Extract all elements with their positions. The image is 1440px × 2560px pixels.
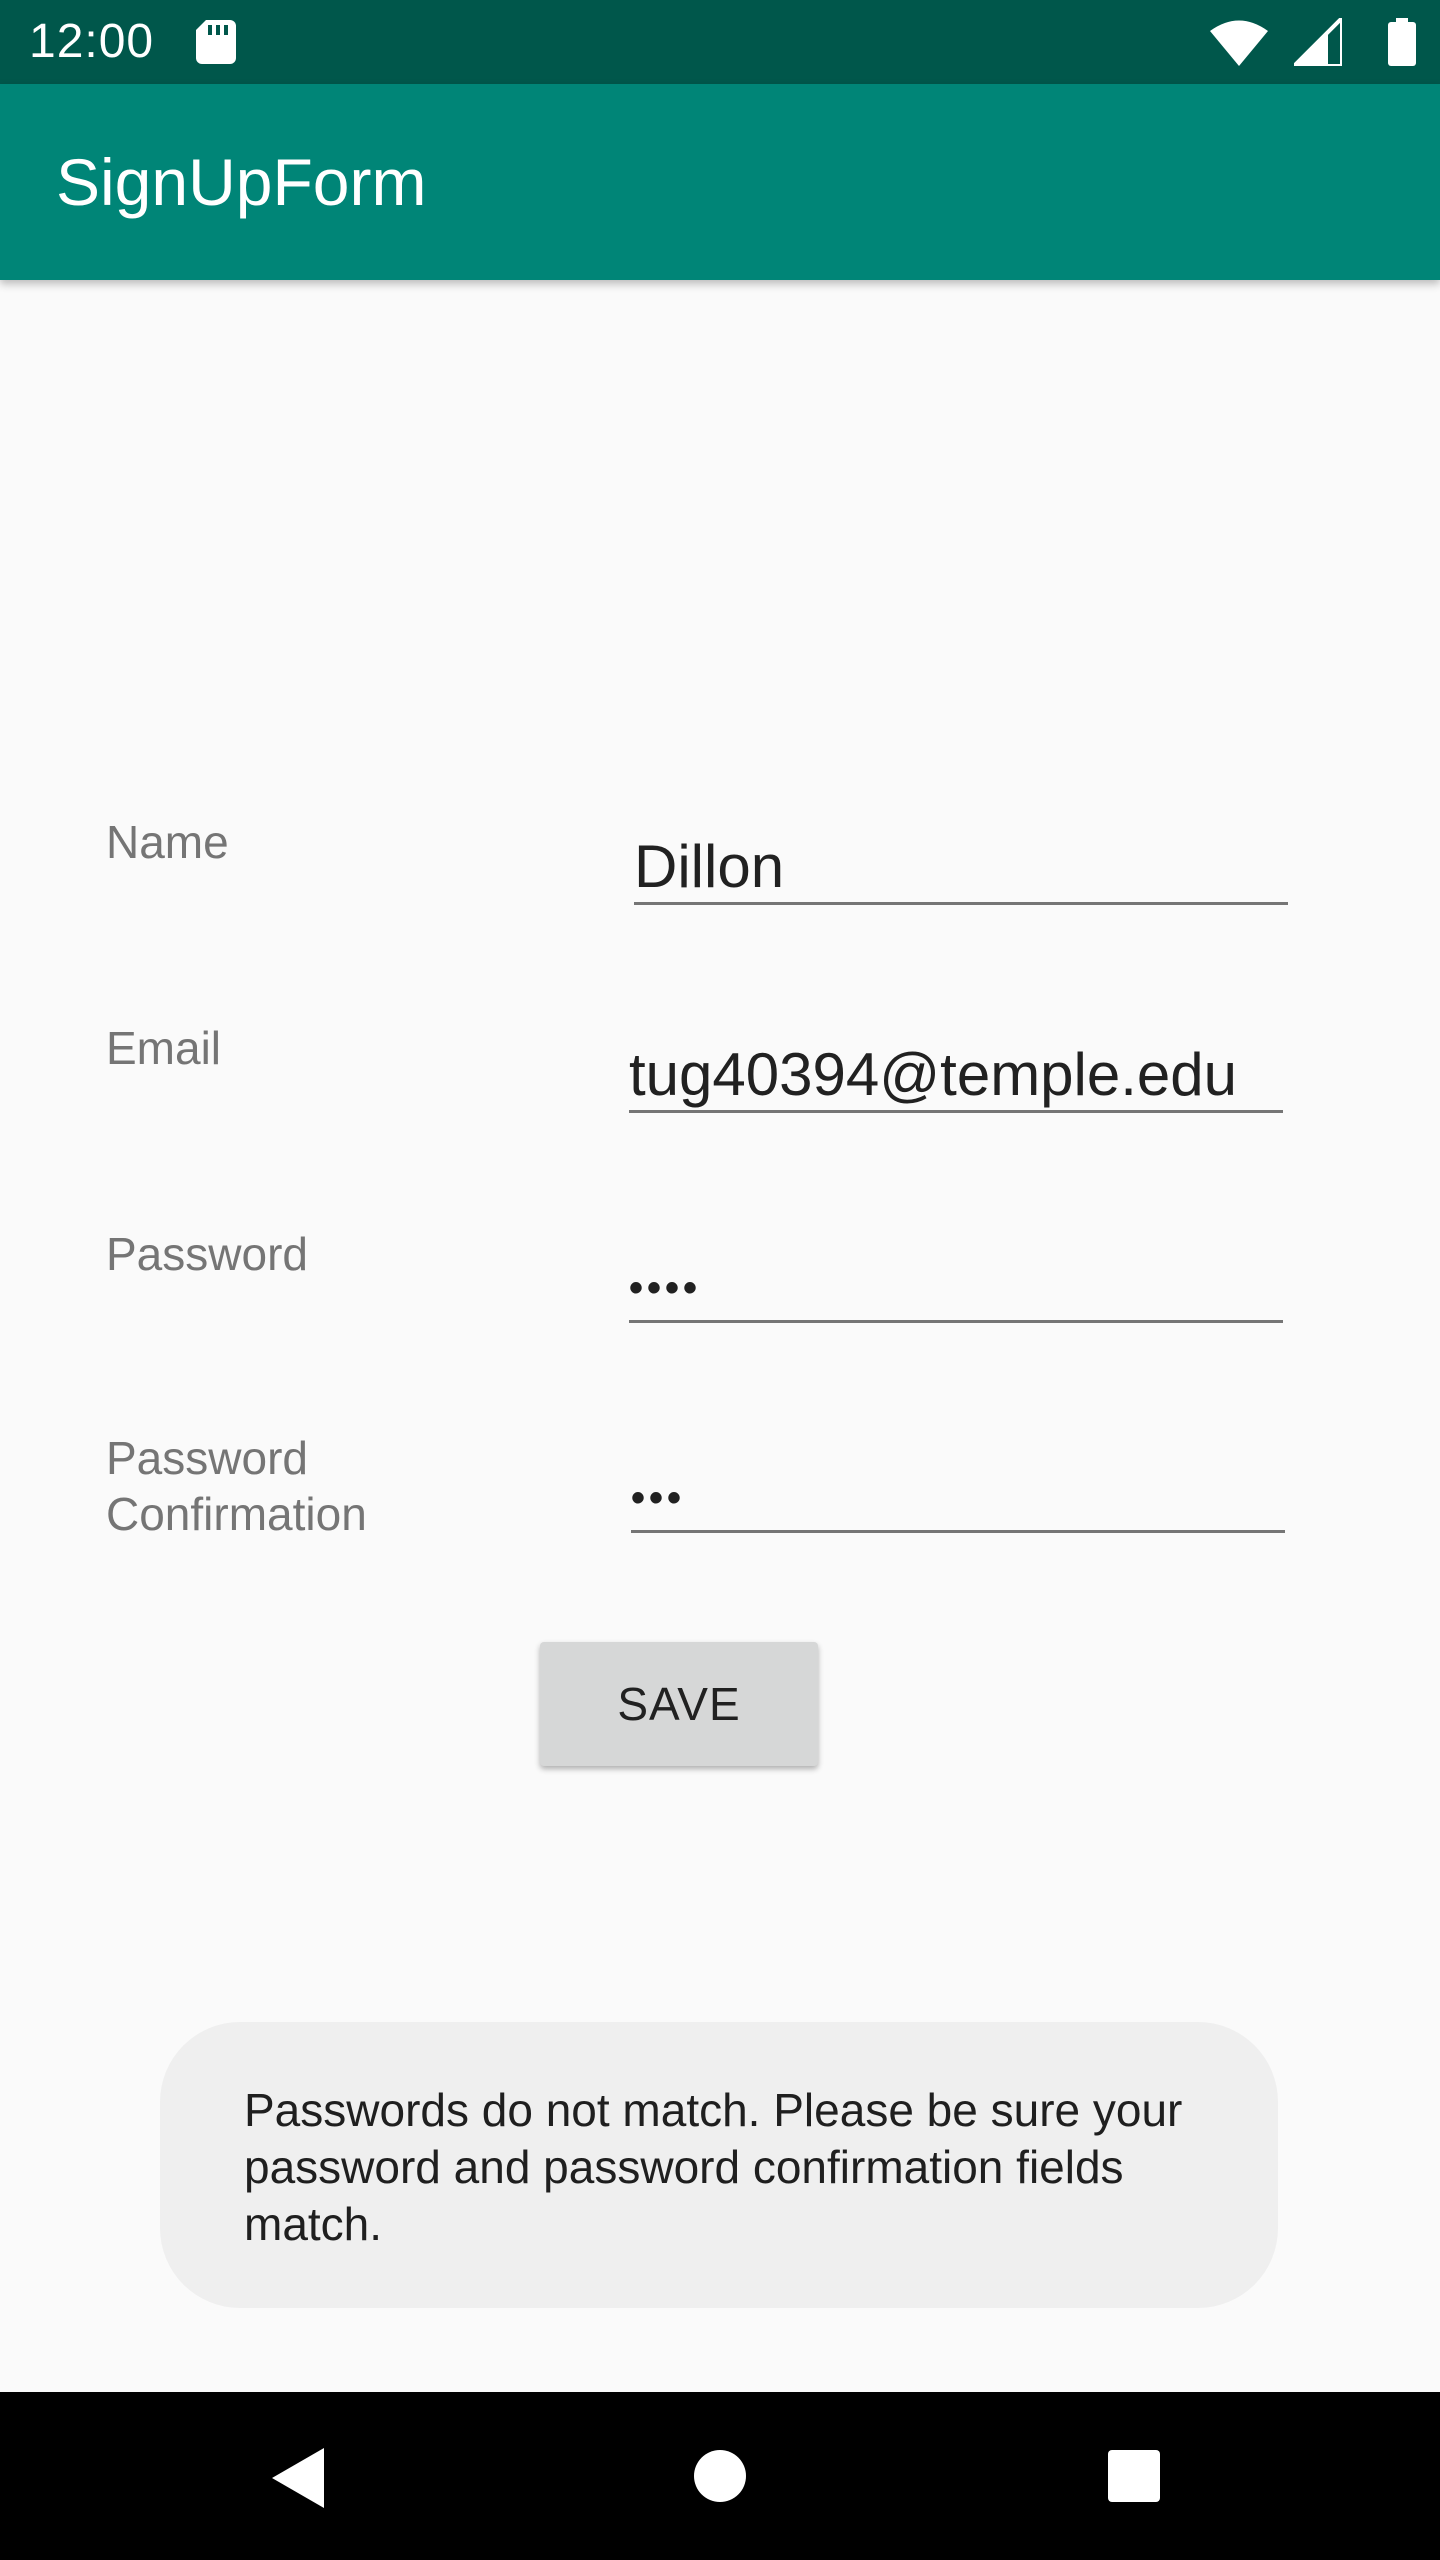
- name-field[interactable]: Dillon: [634, 832, 1288, 905]
- name-label: Name: [106, 816, 229, 868]
- password-field[interactable]: ••••: [629, 1250, 1283, 1323]
- status-time: 12:00: [29, 15, 155, 68]
- home-icon[interactable]: [694, 2450, 746, 2502]
- app-bar: SignUpForm: [0, 84, 1440, 280]
- navigation-bar: [0, 2392, 1440, 2560]
- password-label: Password: [106, 1228, 308, 1280]
- sd-card-icon: [196, 20, 236, 64]
- wifi-icon: [1210, 20, 1268, 66]
- status-bar: 12:00: [0, 0, 1440, 84]
- email-field[interactable]: tug40394@temple.edu: [629, 1040, 1283, 1113]
- signal-icon: [1294, 18, 1342, 66]
- email-label: Email: [106, 1022, 222, 1074]
- toast: Passwords do not match. Please be sure y…: [160, 2022, 1278, 2308]
- password-confirmation-label: Password Confirmation: [106, 1432, 367, 1540]
- save-button[interactable]: SAVE: [540, 1642, 818, 1766]
- toast-message: Passwords do not match. Please be sure y…: [244, 2084, 1183, 2250]
- recents-icon[interactable]: [1108, 2450, 1160, 2502]
- back-icon[interactable]: [272, 2446, 328, 2510]
- app-title: SignUpForm: [56, 145, 427, 219]
- battery-icon: [1388, 18, 1416, 66]
- password-confirmation-field[interactable]: •••: [631, 1460, 1285, 1533]
